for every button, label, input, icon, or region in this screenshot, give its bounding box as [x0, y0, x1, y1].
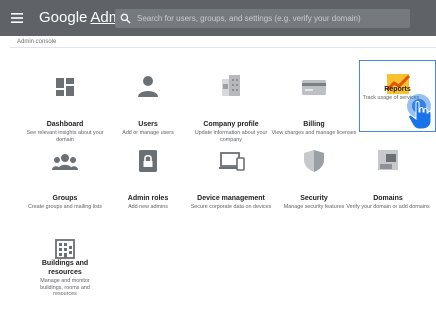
card-title: Groups — [52, 195, 78, 202]
devices-icon — [219, 152, 245, 171]
breadcrumb[interactable]: Admin console — [17, 38, 56, 46]
search-input[interactable]: Search for users, groups, and settings (… — [137, 13, 361, 24]
card-device-management[interactable]: Device management Secure corporate data … — [191, 137, 271, 217]
card-title: Billing — [303, 121, 325, 128]
card-security[interactable]: Security Manage security features — [275, 137, 353, 217]
pointer-hand-icon — [407, 94, 432, 130]
search-box[interactable]: Search for users, groups, and settings (… — [115, 9, 410, 28]
card-description: Manage and monitor buildings, rooms and … — [40, 278, 90, 298]
top-bar: Google Admin Search for users, groups, an… — [0, 0, 436, 36]
card-company-profile[interactable]: Company profile Update information about… — [192, 63, 270, 143]
shield-icon — [304, 150, 324, 172]
card-description: Secure corporate data on devices — [190, 204, 272, 210]
card-title: Dashboard — [46, 121, 84, 128]
card-description: Create groups and mailing lists — [27, 204, 102, 210]
card-description: Add or manage users — [122, 130, 174, 136]
card-title: Domains — [373, 195, 403, 202]
company-building-icon — [222, 75, 240, 96]
card-title: Device management — [197, 195, 265, 202]
person-icon — [138, 76, 158, 97]
card-description: Verify your domain or add domains — [346, 204, 430, 210]
card-title: Admin roles — [127, 195, 169, 202]
card-admin-roles[interactable]: Admin roles Add new admins — [109, 137, 187, 217]
card-users[interactable]: Users Add or manage users — [109, 63, 187, 143]
lock-icon — [139, 150, 157, 172]
card-title: Reports — [384, 86, 411, 93]
card-billing[interactable]: Billing View charges and manage licenses — [272, 63, 356, 143]
card-description: View charges and manage licenses — [271, 130, 357, 136]
card-description: Add new admins — [128, 204, 168, 210]
brand-google: Google — [39, 9, 88, 26]
card-title: Company profile — [203, 121, 259, 128]
card-domains[interactable]: Domains Verify your domain or add domain… — [346, 137, 430, 217]
card-dashboard[interactable]: Dashboard See relevant insights about yo… — [26, 63, 104, 143]
credit-card-icon — [302, 80, 326, 95]
menu-icon[interactable] — [10, 11, 24, 25]
card-groups[interactable]: Groups Create groups and mailing lists — [26, 137, 104, 217]
search-icon — [120, 13, 131, 24]
card-title: Buildings and resources — [41, 260, 89, 276]
dashboard-icon — [56, 78, 74, 96]
breadcrumb-divider — [10, 47, 436, 48]
card-buildings-resources[interactable]: Buildings and resources Manage and monit… — [26, 225, 104, 305]
group-icon — [52, 154, 78, 170]
card-title: Users — [138, 121, 158, 128]
domain-icon — [378, 150, 398, 170]
